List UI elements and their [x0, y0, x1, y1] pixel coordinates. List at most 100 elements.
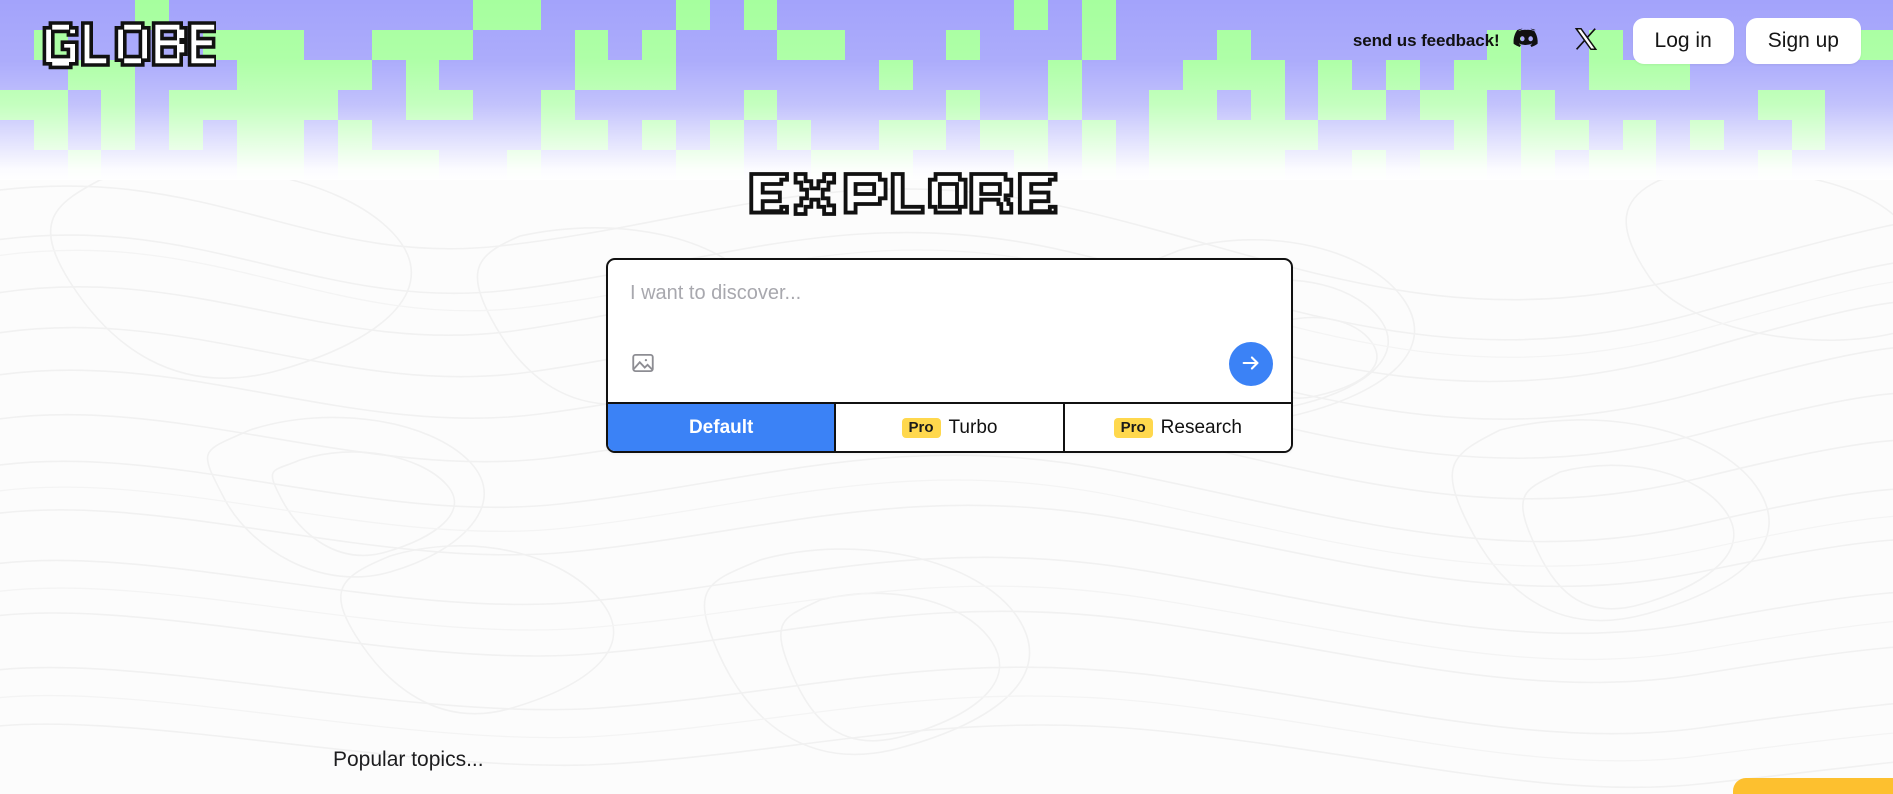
pixel-cell	[1453, 90, 1488, 120]
pixel-cell	[1419, 90, 1454, 120]
pixel-cell	[473, 120, 508, 150]
pixel-cell	[1791, 120, 1826, 150]
pixel-cell	[1757, 120, 1792, 150]
pixel-cell	[202, 90, 237, 120]
explorer-title-mark	[748, 172, 1057, 216]
pixel-cell	[1419, 120, 1454, 150]
pixel-cell	[371, 90, 406, 120]
pixel-cell	[1723, 90, 1758, 120]
pixel-cell	[574, 90, 609, 120]
pixel-cell	[642, 120, 677, 150]
pixel-cell	[1014, 90, 1048, 120]
pixel-cell	[912, 120, 947, 150]
pixel-cell	[1318, 120, 1353, 150]
pixel-cell	[304, 120, 339, 150]
pixel-cell	[1588, 90, 1623, 120]
pixel-cell	[1216, 120, 1251, 150]
pixel-cell	[811, 120, 846, 150]
pixel-cell	[1588, 120, 1623, 150]
pixel-cell	[980, 90, 1015, 120]
pixel-cell	[1318, 90, 1353, 120]
pixel-cell	[169, 120, 203, 150]
pixel-cell	[946, 120, 981, 150]
discord-icon[interactable]	[1513, 25, 1540, 57]
pixel-cell	[473, 90, 508, 120]
pixel-cell	[304, 90, 339, 120]
search-tools	[630, 342, 1273, 386]
pixel-cell	[743, 90, 778, 120]
pixel-cell	[1149, 90, 1184, 120]
x-twitter-icon[interactable]	[1573, 26, 1599, 57]
signup-button[interactable]: Sign up	[1745, 18, 1861, 65]
pixel-cell	[405, 120, 440, 150]
image-upload-button[interactable]	[630, 350, 656, 379]
submit-button[interactable]	[1229, 342, 1273, 386]
pixel-cell	[540, 120, 575, 150]
pixel-cell	[878, 90, 913, 120]
pixel-cell	[1554, 120, 1589, 150]
mode-tab-turbo[interactable]: Pro Turbo	[834, 404, 1063, 451]
pro-badge: Pro	[1113, 417, 1153, 438]
pixel-cell	[67, 120, 102, 150]
pixel-cell	[1115, 90, 1150, 120]
pixel-cell	[270, 90, 305, 120]
pixel-cell	[1622, 90, 1657, 120]
feedback-label: send us feedback!	[1352, 31, 1500, 51]
bottom-right-chip[interactable]	[1733, 778, 1893, 794]
pixel-cell	[1014, 120, 1048, 150]
login-button[interactable]: Log in	[1632, 18, 1734, 65]
globe-logo[interactable]	[36, 14, 218, 79]
mode-tab-research[interactable]: Pro Research	[1062, 404, 1291, 451]
pixel-cell	[439, 120, 474, 150]
pixel-cell	[1656, 90, 1691, 120]
pixel-cell	[67, 90, 102, 120]
pixel-cell	[236, 90, 271, 120]
pixel-cell	[1352, 120, 1386, 150]
pixel-cell	[405, 90, 440, 120]
pixel-cell	[507, 120, 541, 150]
pixel-cell	[1183, 90, 1217, 120]
pixel-cell	[608, 120, 643, 150]
pixel-cell	[1554, 90, 1589, 120]
pixel-cell	[608, 90, 643, 120]
pixel-cell	[507, 90, 541, 120]
pixel-cell	[1284, 120, 1319, 150]
pixel-cell	[1690, 120, 1724, 150]
pixel-cell	[1183, 120, 1217, 150]
globe-logo-mark	[42, 21, 218, 70]
pixel-cell	[743, 120, 778, 150]
mode-tab-default[interactable]: Default	[608, 404, 835, 451]
pixel-cell	[1757, 90, 1792, 120]
pixel-cell	[676, 90, 710, 120]
pixel-cell	[676, 120, 710, 150]
pixel-cell	[1047, 120, 1082, 150]
pixel-cell	[777, 90, 812, 120]
pixel-cell	[236, 120, 271, 150]
pixel-cell	[1859, 120, 1893, 150]
pixel-cell	[169, 90, 203, 120]
pixel-cell	[709, 120, 744, 150]
site-header: send us feedback! Log in Sign up	[0, 0, 1893, 78]
mode-tab-label: Research	[1160, 416, 1242, 438]
pixel-cell	[1081, 120, 1116, 150]
pixel-cell	[0, 120, 34, 150]
pixel-cell	[101, 90, 136, 120]
pixel-cell	[1352, 90, 1386, 120]
pixel-cell	[439, 90, 474, 120]
pixel-cell	[101, 120, 136, 150]
pixel-cell	[1723, 120, 1758, 150]
pixel-cell	[338, 90, 372, 120]
pixel-cell	[777, 120, 812, 150]
pixel-cell	[1216, 90, 1251, 120]
search-input[interactable]	[630, 282, 1269, 305]
pixel-cell	[1284, 90, 1319, 120]
pixel-cell	[1453, 120, 1488, 150]
pixel-cell	[135, 120, 170, 150]
popular-topics-label: Popular topics...	[333, 748, 484, 771]
pixel-cell	[202, 120, 237, 150]
pixel-cell	[1656, 120, 1691, 150]
pixel-cell	[1521, 90, 1555, 120]
pixel-cell	[811, 90, 846, 120]
pixel-cell	[1115, 120, 1150, 150]
pixel-cell	[946, 90, 981, 120]
